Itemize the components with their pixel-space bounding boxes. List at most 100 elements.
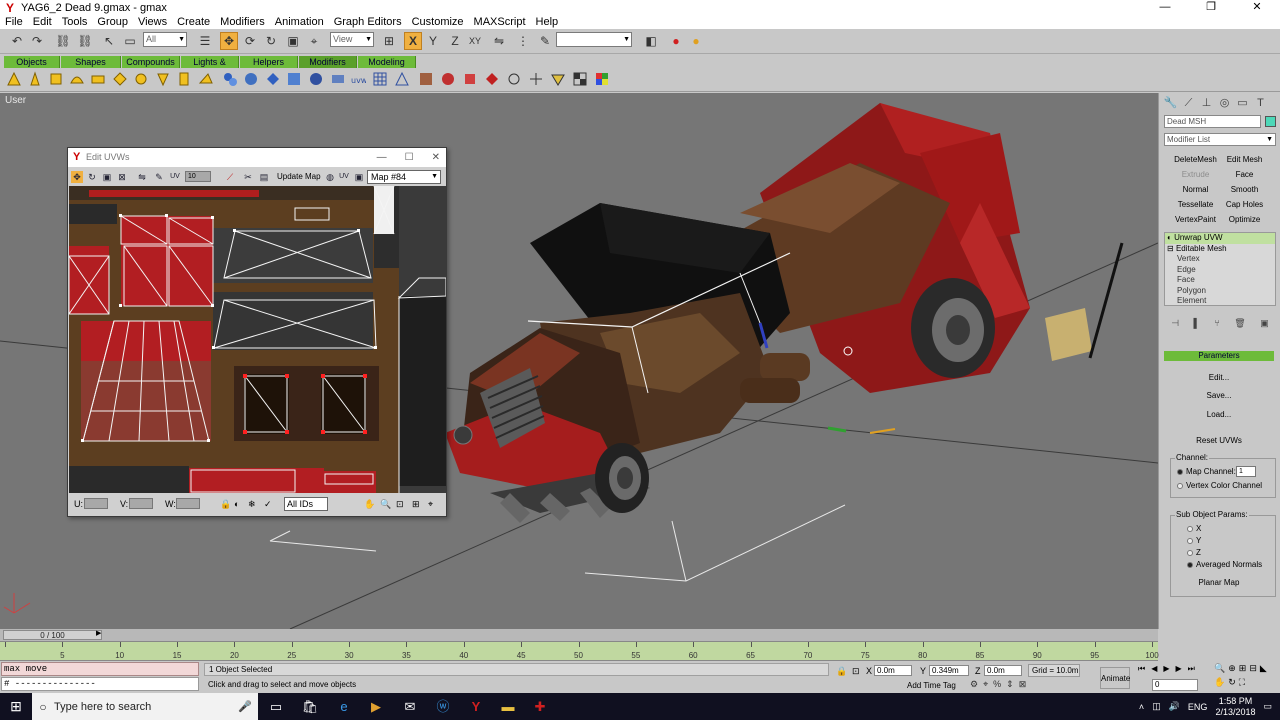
named-selection-dropdown[interactable]: ▼ [556,32,632,47]
windows-start-icon[interactable]: ⊞ [0,693,32,720]
poly-select-icon[interactable] [462,71,478,87]
tab-shapes[interactable]: Shapes [61,56,121,68]
uvw-unlink-icon[interactable]: ✂ [242,171,254,183]
map-dropdown[interactable]: Map #84 ▼ [367,170,441,184]
vertexpaint-button[interactable]: VertexPaint [1172,213,1219,226]
stack-item-element[interactable]: Element [1165,296,1275,307]
file-explorer-icon[interactable]: ▬ [498,697,518,716]
uvw-texture-canvas[interactable] [69,186,446,493]
w-spinner[interactable] [176,498,200,509]
menu-edit[interactable]: Edit [28,15,57,29]
microphone-icon[interactable]: 🎤 [238,700,252,713]
hide-icon[interactable]: ◐ [234,499,239,509]
stack-item-edge[interactable]: Edge [1165,265,1275,276]
uvw-xform-icon[interactable] [243,71,259,87]
menu-graph-editors[interactable]: Graph Editors [329,15,407,29]
dialog-maximize-icon[interactable]: ☐ [405,148,414,167]
next-frame-icon[interactable]: ▶ [1176,664,1182,674]
axis-x-radio[interactable]: X [1187,524,1201,533]
uvw-mirror-icon[interactable]: ⇋ [136,171,148,183]
redo-icon[interactable]: ↷ [28,32,46,50]
menu-maxscript[interactable]: MAXScript [469,15,531,29]
uvw-move-icon[interactable]: ✥ [71,171,83,183]
menu-animation[interactable]: Animation [270,15,329,29]
parameters-rollout-header[interactable]: Parameters [1164,351,1274,361]
lathe-icon[interactable] [550,71,566,87]
fov-icon[interactable]: ◣ [1260,663,1267,674]
language-indicator[interactable]: ENG [1188,702,1208,712]
gmax-app-icon[interactable]: Y [3,1,17,15]
taskbar-clock[interactable]: 1:58 PM 2/13/2018 [1215,696,1255,718]
restrict-z-button[interactable]: Z [446,32,464,50]
menu-modifiers[interactable]: Modifiers [215,15,270,29]
material-modifier-icon[interactable] [286,71,302,87]
object-color-swatch[interactable] [1265,116,1276,127]
utilities-tab-icon[interactable]: T [1253,96,1268,110]
menu-views[interactable]: Views [133,15,172,29]
pin-stack-icon[interactable]: ⊣ [1171,318,1179,332]
zoom-extents-all-icon[interactable]: ⊟ [1249,663,1257,674]
volume-icon[interactable]: 🔊 [1169,701,1180,712]
optimize-button[interactable]: Optimize [1221,213,1268,226]
task-view-icon[interactable]: ▭ [266,697,286,716]
tray-up-arrow-icon[interactable]: ˄ [1139,702,1144,712]
select-scale-icon[interactable]: ↻ [262,32,280,50]
spinner-snap-icon[interactable]: ⇕ [1006,679,1014,690]
zoom-icon[interactable]: 🔍 [380,499,391,510]
tab-lights-cameras[interactable]: Lights & Cameras [181,56,239,79]
stack-item-face[interactable]: Face [1165,275,1275,286]
close-button[interactable]: ✕ [1234,0,1280,15]
display-tab-icon[interactable]: ▭ [1235,96,1250,110]
ids-dropdown[interactable]: All IDs [284,497,328,511]
normal-button[interactable]: Normal [1172,183,1219,196]
minimize-button[interactable]: — [1142,0,1188,15]
use-pivot-icon[interactable]: ⊞ [380,32,398,50]
checker-icon[interactable] [572,71,588,87]
stack-item-vertex[interactable]: Vertex [1165,254,1275,265]
select-object-icon[interactable]: ↖ [100,32,118,50]
patch-select-icon[interactable] [484,71,500,87]
menu-customize[interactable]: Customize [407,15,469,29]
mail-icon[interactable]: ✉ [400,697,420,716]
zoom-extents-nav-icon[interactable]: ⊞ [1239,663,1247,674]
uvw-options-icon[interactable]: ▤ [258,171,270,183]
create-tab-icon[interactable]: 🔧 [1163,96,1178,110]
configure-sets-icon[interactable]: ▣ [1260,318,1269,332]
edge-browser-icon[interactable]: e [334,697,354,716]
map-channel-spinner[interactable]: 1 [1236,466,1256,477]
y-coordinate-field[interactable]: 0.349m [929,665,969,676]
remove-modifier-icon[interactable]: 🗑 [1234,318,1245,332]
restrict-y-button[interactable]: Y [424,32,442,50]
uvw-map-options-icon[interactable]: ▣ [353,171,365,183]
uvw-pick-icon[interactable]: ⟋ [224,171,236,183]
select-move-icon[interactable]: ✥ [220,32,238,50]
maxscript-listener-output[interactable]: max move [1,662,199,676]
uniform-scale-icon[interactable]: ▣ [284,32,302,50]
web-app-icon[interactable]: ⓦ [433,697,453,716]
selection-filter-dropdown[interactable]: All ▼ [143,32,187,47]
material-editor-icon[interactable]: ◧ [642,32,660,50]
pan-nav-icon[interactable]: ✋ [1214,677,1225,688]
network-icon[interactable]: ◫ [1152,701,1161,712]
dialog-minimize-icon[interactable]: — [377,148,387,167]
modify-tab-icon[interactable]: ⟋ [1181,96,1196,110]
tab-helpers[interactable]: Helpers [240,56,298,68]
track-bar[interactable]: 5 10 15 20 25 30 35 40 45 50 55 60 65 70 75 80 85 90 95 100 [0,641,1159,661]
menu-file[interactable]: File [0,15,28,29]
modifier-list-dropdown[interactable]: Modifier List ▼ [1164,133,1276,146]
deletemesh-button[interactable]: DeleteMesh [1172,153,1219,166]
uvw-show-map-icon[interactable]: ◍ [324,171,336,183]
stack-item-unwrap-uvw[interactable]: ◐ Unwrap UVW [1165,233,1275,244]
menu-tools[interactable]: Tools [57,15,93,29]
time-slider[interactable]: 0 / 100 ▶ [0,629,1158,641]
zoom-region-icon[interactable]: ⊡ [396,499,404,510]
stack-item-editable-mesh[interactable]: ⊟ Editable Mesh [1165,244,1275,255]
bend-modifier-icon[interactable] [6,71,22,87]
mirror-icon[interactable]: ⇋ [490,32,508,50]
uvw-xform-2-icon[interactable]: uvw [350,71,366,87]
mesh-select-icon[interactable] [440,71,456,87]
maximize-button[interactable]: ❐ [1188,0,1234,15]
cap-holes-button[interactable]: Cap Holes [1221,198,1268,211]
lattice-modifier-icon[interactable] [176,71,192,87]
time-slider-thumb[interactable]: 0 / 100 [3,630,102,640]
